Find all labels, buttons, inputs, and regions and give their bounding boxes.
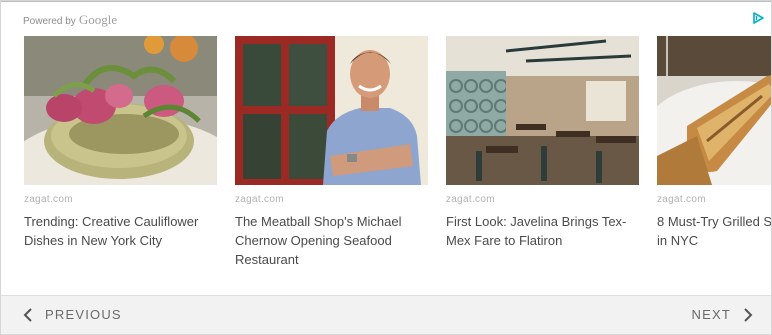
card-source: zagat.com xyxy=(446,194,495,205)
restaurant-interior-photo[interactable] xyxy=(446,36,639,185)
recommendation-card[interactable]: zagat.com 8 Must-Try Grilled Sandwiches … xyxy=(657,36,771,250)
card-title[interactable]: The Meatball Shop's Michael Chernow Open… xyxy=(235,212,425,269)
google-wordmark: Google xyxy=(78,12,118,27)
previous-button[interactable]: PREVIOUS xyxy=(23,307,122,322)
card-title[interactable]: Trending: Creative Cauliflower Dishes in… xyxy=(24,212,214,250)
card-source: zagat.com xyxy=(235,194,284,205)
cauliflower-dish-photo[interactable] xyxy=(24,36,217,185)
recommendation-card[interactable]: zagat.com Trending: Creative Cauliflower… xyxy=(24,36,217,250)
grilled-sandwich-photo[interactable] xyxy=(657,36,771,185)
recommendation-card[interactable]: zagat.com First Look: Javelina Brings Te… xyxy=(446,36,639,250)
next-button[interactable]: NEXT xyxy=(692,307,753,322)
next-label: NEXT xyxy=(691,307,731,322)
card-source: zagat.com xyxy=(24,194,73,205)
card-title[interactable]: First Look: Javelina Brings Tex-Mex Fare… xyxy=(446,212,636,250)
chevron-left-icon xyxy=(23,307,32,322)
adchoices-icon[interactable] xyxy=(751,11,765,25)
carousel-footer: PREVIOUS NEXT xyxy=(1,295,771,334)
previous-label: PREVIOUS xyxy=(45,307,122,322)
card-source: zagat.com xyxy=(657,194,706,205)
card-title[interactable]: 8 Must-Try Grilled Sandwiches in NYC xyxy=(657,212,771,250)
powered-by-google: Powered by Google xyxy=(23,12,117,28)
card-carousel: zagat.com Trending: Creative Cauliflower… xyxy=(1,36,771,286)
top-border xyxy=(1,1,771,2)
chevron-right-icon xyxy=(744,307,753,322)
powered-by-label: Powered by xyxy=(23,16,76,27)
recommendation-card[interactable]: zagat.com The Meatball Shop's Michael Ch… xyxy=(235,36,428,269)
content-recommendation-widget: Powered by Google zagat.com Trending: Cr… xyxy=(0,0,772,335)
chef-portrait-photo[interactable] xyxy=(235,36,428,185)
